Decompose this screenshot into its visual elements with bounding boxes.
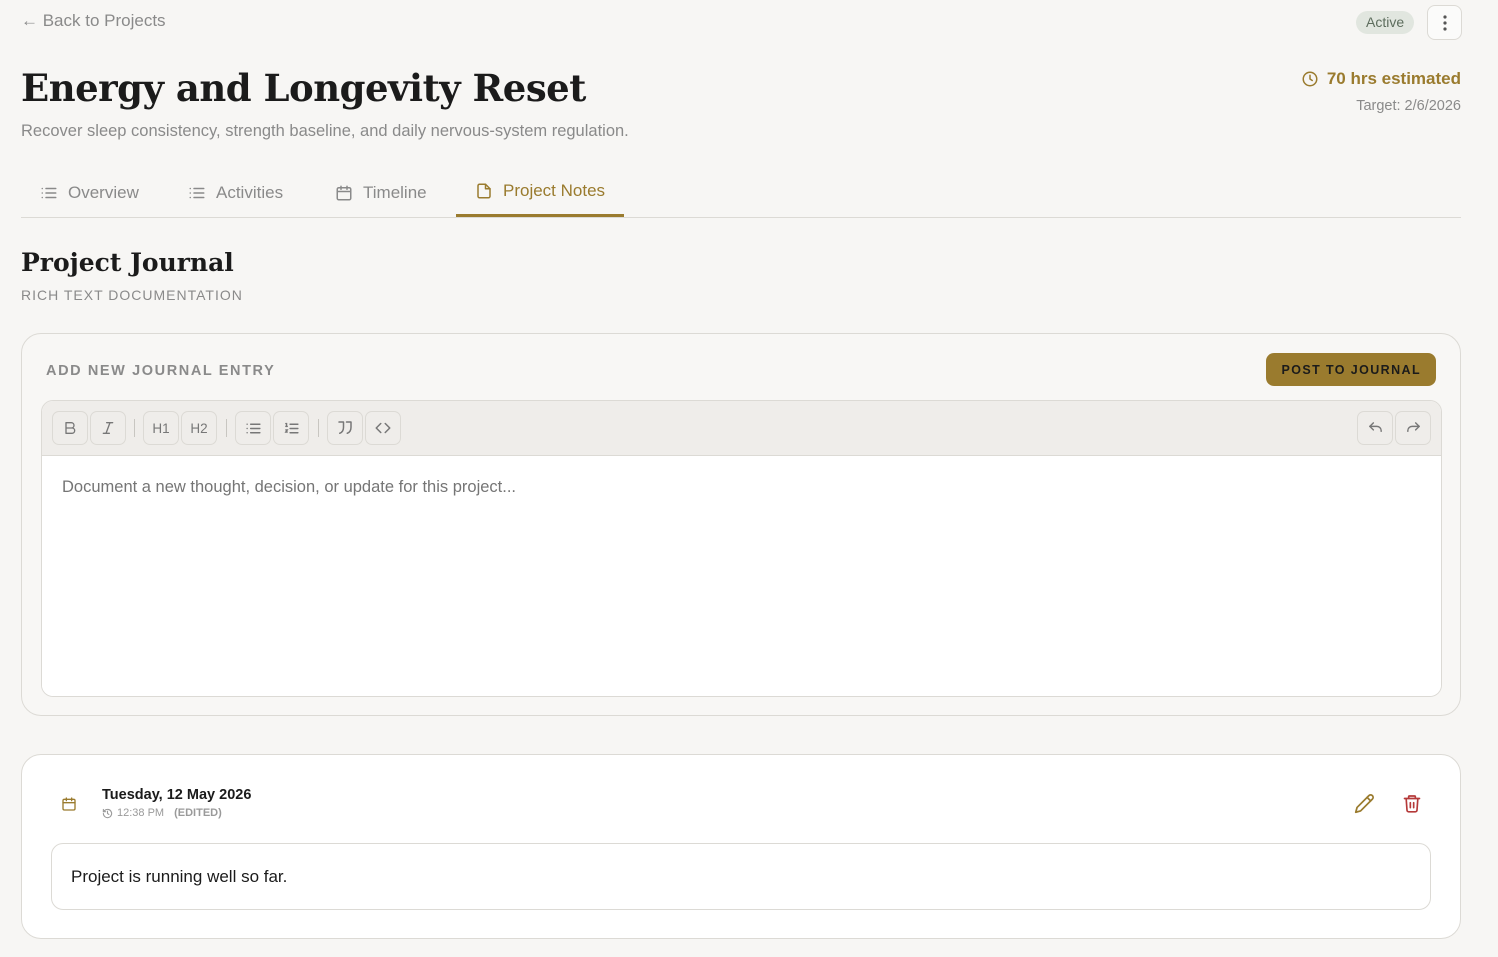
document-icon <box>477 183 491 199</box>
calendar-icon <box>62 797 76 811</box>
time-estimate: 70 hrs estimated <box>1301 69 1461 89</box>
editor-toolbar: H1 H2 <box>42 401 1441 456</box>
journal-title: Project Journal <box>21 248 234 277</box>
bold-button[interactable] <box>52 411 88 445</box>
quote-button[interactable] <box>327 411 363 445</box>
edit-pencil-icon[interactable] <box>1354 793 1375 814</box>
journal-entry-input[interactable] <box>42 456 1441 696</box>
rich-text-editor: H1 H2 <box>41 400 1442 697</box>
clock-icon <box>1302 71 1318 87</box>
italic-button[interactable] <box>90 411 126 445</box>
target-date: Target: 2/6/2026 <box>1356 98 1461 114</box>
undo-icon <box>1368 421 1382 432</box>
more-vertical-icon <box>1442 14 1447 31</box>
entry-date: Tuesday, 12 May 2026 <box>102 787 252 803</box>
redo-icon <box>1406 421 1420 432</box>
tab-timeline[interactable]: Timeline <box>335 168 427 217</box>
bullet-list-button[interactable] <box>235 411 271 445</box>
entry-edited-flag: (EDITED) <box>174 807 222 819</box>
tab-label: Activities <box>216 182 284 202</box>
undo-button[interactable] <box>1357 411 1393 445</box>
tab-label: Timeline <box>363 182 427 202</box>
journal-entry-card: Tuesday, 12 May 2026 12:38 PM (EDITED) P… <box>21 754 1461 939</box>
list-icon <box>189 187 205 198</box>
trash-icon[interactable] <box>1402 793 1422 814</box>
tab-overview[interactable]: Overview <box>40 168 139 217</box>
new-entry-label: ADD NEW JOURNAL ENTRY <box>46 363 276 379</box>
page-subtitle: Recover sleep consistency, strength base… <box>21 122 629 140</box>
list-icon <box>41 187 57 198</box>
tab-project-notes[interactable]: Project Notes <box>456 168 625 217</box>
heading-1-button[interactable]: H1 <box>143 411 179 445</box>
tab-activities[interactable]: Activities <box>188 168 283 217</box>
estimate-label: 70 hrs estimated <box>1326 69 1461 88</box>
tab-label: Project Notes <box>503 181 606 200</box>
entry-time: 12:38 PM <box>117 807 165 819</box>
calendar-icon <box>336 185 352 200</box>
numbered-list-button[interactable] <box>273 411 309 445</box>
toolbar-divider <box>134 419 135 437</box>
h2-label: H2 <box>190 420 208 436</box>
page-title: Energy and Longevity Reset <box>21 66 586 110</box>
entry-body: Project is running well so far. <box>51 843 1431 910</box>
new-entry-card: ADD NEW JOURNAL ENTRY POST TO JOURNAL H1… <box>21 333 1461 716</box>
code-button[interactable] <box>365 411 401 445</box>
bullet-list-icon <box>245 423 261 433</box>
quote-icon <box>338 421 352 434</box>
history-icon <box>102 808 113 818</box>
back-to-projects-link[interactable]: ← Back to Projects <box>21 11 166 31</box>
more-options-button[interactable] <box>1427 5 1462 40</box>
tab-bar: Overview Activities Timeline Project Not… <box>21 168 1461 218</box>
redo-button[interactable] <box>1395 411 1431 445</box>
journal-subtitle: RICH TEXT DOCUMENTATION <box>21 287 243 303</box>
heading-2-button[interactable]: H2 <box>181 411 217 445</box>
status-badge: Active <box>1356 11 1415 34</box>
toolbar-divider <box>318 419 319 437</box>
tab-label: Overview <box>68 182 139 202</box>
code-icon <box>375 422 391 434</box>
numbered-list-icon <box>284 422 299 433</box>
bold-icon <box>65 422 76 434</box>
entry-meta: 12:38 PM (EDITED) <box>102 807 222 819</box>
italic-icon <box>102 422 114 434</box>
post-to-journal-button[interactable]: POST TO JOURNAL <box>1266 353 1436 386</box>
toolbar-divider <box>226 419 227 437</box>
h1-label: H1 <box>152 420 170 436</box>
